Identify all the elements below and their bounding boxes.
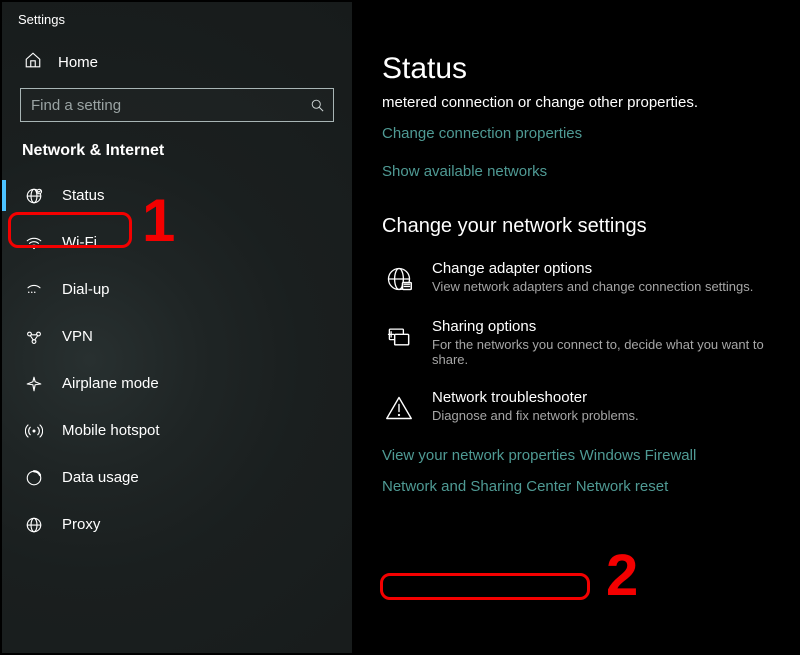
settings-window: Settings Home Network & Internet Status W… bbox=[0, 0, 800, 655]
option-desc: For the networks you connect to, decide … bbox=[432, 337, 778, 367]
sidebar-item-wi-fi[interactable]: Wi-Fi bbox=[2, 219, 352, 266]
sidebar-item-dial-up[interactable]: Dial-up bbox=[2, 266, 352, 313]
sidebar-item-label: Dial-up bbox=[62, 281, 110, 298]
option-title: Sharing options bbox=[432, 318, 778, 335]
option-change-adapter-options[interactable]: Change adapter options View network adapt… bbox=[382, 260, 778, 296]
sidebar-item-label: Data usage bbox=[62, 469, 139, 486]
change-settings-header: Change your network settings bbox=[382, 215, 778, 238]
sidebar-item-proxy[interactable]: Proxy bbox=[2, 501, 352, 548]
sidebar-item-data-usage[interactable]: Data usage bbox=[2, 454, 352, 501]
option-network-troubleshooter[interactable]: Network troubleshooter Diagnose and fix n… bbox=[382, 389, 778, 425]
sidebar-item-label: Status bbox=[62, 187, 105, 204]
link-view-network-properties[interactable]: View your network properties bbox=[382, 447, 575, 464]
sidebar-item-label: Mobile hotspot bbox=[62, 422, 160, 439]
search-input[interactable] bbox=[21, 97, 301, 114]
sidebar: Settings Home Network & Internet Status W… bbox=[2, 2, 352, 653]
sidebar-nav: Status Wi-Fi Dial-up VPN Airplane mode Mobile… bbox=[2, 172, 352, 548]
sidebar-section-header: Network & Internet bbox=[2, 142, 352, 172]
link-network-and-sharing-center[interactable]: Network and Sharing Center bbox=[382, 478, 571, 495]
proxy-globe-icon bbox=[24, 516, 44, 534]
sidebar-item-status[interactable]: Status bbox=[2, 172, 352, 219]
globe-status-icon bbox=[24, 187, 44, 205]
troubleshoot-icon bbox=[382, 391, 416, 425]
link-show-available-networks[interactable]: Show available networks bbox=[382, 163, 547, 180]
wifi-icon bbox=[24, 234, 44, 252]
hotspot-icon bbox=[24, 422, 44, 440]
sidebar-item-label: Airplane mode bbox=[62, 375, 159, 392]
home-icon bbox=[24, 51, 42, 74]
sidebar-item-airplane-mode[interactable]: Airplane mode bbox=[2, 360, 352, 407]
link-change-connection-properties[interactable]: Change connection properties bbox=[382, 125, 582, 142]
status-description-truncated: metered connection or change other prope… bbox=[382, 94, 778, 111]
option-desc: View network adapters and change connect… bbox=[432, 279, 753, 294]
option-sharing-options[interactable]: Sharing options For the networks you conn… bbox=[382, 318, 778, 367]
sidebar-item-label: Wi-Fi bbox=[62, 234, 97, 251]
adapter-icon bbox=[382, 262, 416, 296]
sidebar-item-mobile-hotspot[interactable]: Mobile hotspot bbox=[2, 407, 352, 454]
sharing-icon bbox=[382, 320, 416, 354]
bottom-links: View your network properties Windows Fir… bbox=[382, 447, 778, 509]
datausage-icon bbox=[24, 469, 44, 487]
option-desc: Diagnose and fix network problems. bbox=[432, 408, 639, 423]
home-label: Home bbox=[58, 54, 98, 71]
link-windows-firewall[interactable]: Windows Firewall bbox=[580, 447, 697, 464]
main-content: Status metered connection or change othe… bbox=[352, 2, 798, 653]
sidebar-item-label: Proxy bbox=[62, 516, 100, 533]
vpn-icon bbox=[24, 328, 44, 346]
options-list: Change adapter options View network adapt… bbox=[382, 260, 778, 425]
option-title: Network troubleshooter bbox=[432, 389, 639, 406]
home-nav[interactable]: Home bbox=[2, 41, 352, 88]
search-icon bbox=[301, 98, 333, 113]
dialup-icon bbox=[24, 281, 44, 299]
search-container bbox=[2, 88, 352, 142]
app-title: Settings bbox=[2, 2, 352, 41]
sidebar-item-label: VPN bbox=[62, 328, 93, 345]
airplane-icon bbox=[24, 375, 44, 393]
link-network-reset[interactable]: Network reset bbox=[576, 478, 669, 495]
page-title: Status bbox=[382, 52, 778, 86]
sidebar-item-vpn[interactable]: VPN bbox=[2, 313, 352, 360]
search-box[interactable] bbox=[20, 88, 334, 122]
option-title: Change adapter options bbox=[432, 260, 753, 277]
